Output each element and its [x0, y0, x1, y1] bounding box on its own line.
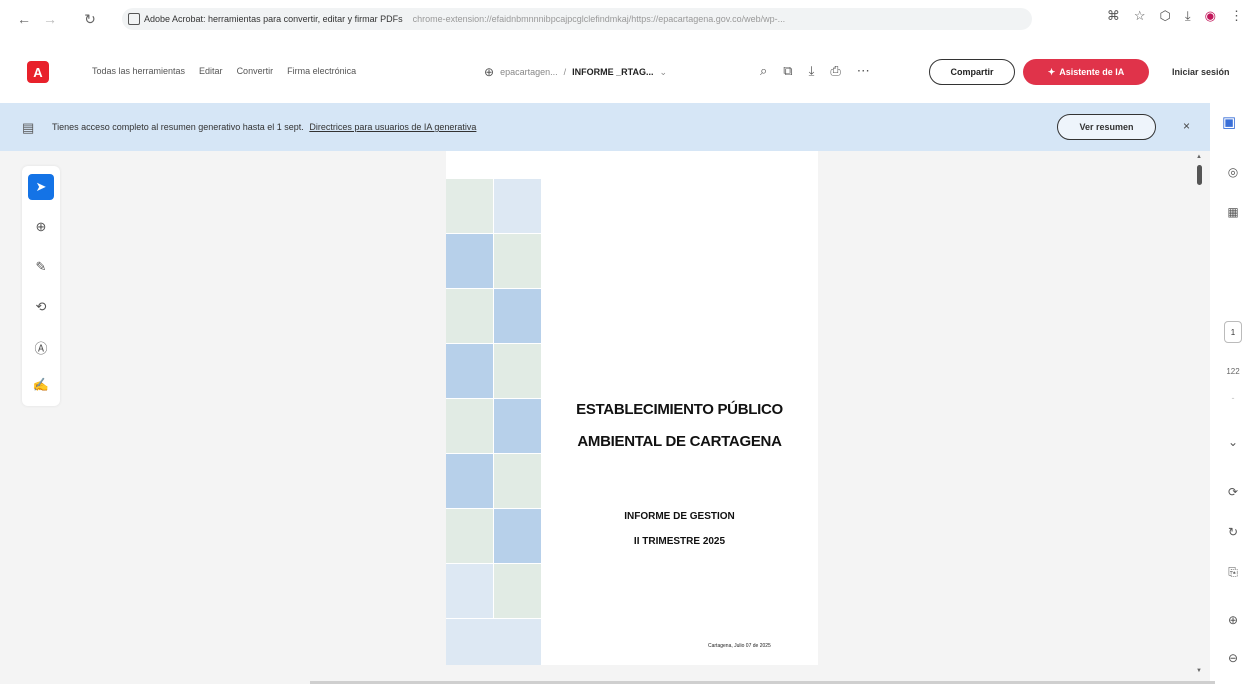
chevron-down-icon[interactable]: ⌄	[659, 67, 667, 78]
acrobat-logo-icon[interactable]: A	[27, 61, 49, 83]
separator: /	[563, 67, 567, 77]
doc-tools: ⌕ ⧉ ⤓ ⎙ ⋯	[760, 63, 870, 79]
bookmark-star-icon[interactable]: ☆	[1134, 8, 1146, 24]
tool-palette: ➤ ⊕ ✎ ⟲ Ⓐ ✍	[22, 166, 60, 406]
more-icon[interactable]: ⋯	[857, 63, 870, 79]
print-icon[interactable]: ⎙	[830, 63, 840, 79]
comments-icon[interactable]: ◎	[1215, 165, 1251, 179]
zoom-out-icon[interactable]: ⊖	[1215, 651, 1251, 665]
cover-mosaic	[446, 151, 541, 665]
url-text: chrome-extension://efaidnbmnnnibpcajpcgl…	[412, 14, 786, 24]
page-total: 122	[1226, 367, 1240, 376]
banner-link[interactable]: Directrices para usuarios de IA generati…	[309, 122, 476, 132]
document-title-line1: ESTABLECIMIENTO PÚBLICO	[576, 401, 783, 418]
acrobat-toolbar: A Todas las herramientas Editar Converti…	[0, 50, 1251, 94]
mosaic-tile	[446, 564, 493, 618]
banner-message: Tienes acceso completo al resumen genera…	[52, 122, 304, 132]
translate-icon[interactable]: ⌘	[1107, 8, 1120, 24]
scroll-up-arrow-icon[interactable]: ▲	[1196, 154, 1202, 160]
mosaic-tile	[494, 564, 541, 618]
mosaic-tile	[494, 454, 541, 508]
browser-menu-icon[interactable]: ⋮	[1230, 8, 1243, 24]
refresh-icon[interactable]: ↻	[1215, 525, 1251, 539]
reload-icon[interactable]: ↻	[80, 9, 100, 29]
share-button[interactable]: Compartir	[929, 59, 1015, 85]
mosaic-tile	[446, 454, 493, 508]
document-date: Cartagena, Julio 07 de 2025	[708, 643, 771, 649]
ai-assistant-label: Asistente de IA	[1059, 67, 1125, 77]
document-subtitle-line2: II TRIMESTRE 2025	[633, 536, 726, 547]
address-bar[interactable]: Adobe Acrobat: herramientas para convert…	[122, 8, 1032, 30]
rotate-view-icon[interactable]: ⟳	[1215, 485, 1251, 499]
mosaic-tile	[494, 344, 541, 398]
vertical-scrollbar[interactable]	[1197, 165, 1202, 185]
right-rail: ◎ ▦ 1 122 - ⌄ ⟳ ↻ ⎘ ⊕ ⊖	[1215, 151, 1251, 684]
mosaic-tile	[494, 399, 541, 453]
page-separator: -	[1231, 393, 1235, 403]
draw-tool-icon[interactable]: ⟲	[28, 294, 54, 320]
ai-assistant-button[interactable]: ✦ Asistente de IA	[1023, 59, 1149, 85]
thumbnails-icon[interactable]: ▦	[1215, 205, 1251, 219]
doc-site: epacartagen...	[500, 67, 558, 77]
mosaic-tile	[494, 289, 541, 343]
page-fit-icon[interactable]: ⎘	[1215, 565, 1251, 580]
mosaic-tile	[446, 399, 493, 453]
mosaic-tile	[446, 619, 541, 665]
highlight-tool-icon[interactable]: ✎	[28, 254, 54, 280]
doc-filename: INFORME _RTAG...	[572, 67, 654, 77]
download-icon[interactable]: ⤓	[1185, 8, 1191, 24]
text-tool-icon[interactable]: Ⓐ	[28, 334, 54, 360]
chevron-down-icon[interactable]: ⌄	[1215, 435, 1251, 449]
close-icon[interactable]: ×	[1183, 119, 1190, 133]
banner-text: Tienes acceso completo al resumen genera…	[52, 122, 476, 132]
globe-icon: ⊕	[484, 65, 495, 79]
pdf-page: ESTABLECIMIENTO PÚBLICO AMBIENTAL DE CAR…	[446, 151, 818, 665]
mosaic-tile	[446, 289, 493, 343]
search-icon[interactable]: ⌕	[760, 63, 767, 79]
notification-banner: ▤ Tienes acceso completo al resumen gene…	[0, 103, 1210, 151]
mosaic-tile	[494, 179, 541, 233]
menu-edit[interactable]: Editar	[199, 66, 223, 76]
select-tool-icon[interactable]: ➤	[28, 174, 54, 200]
signin-link[interactable]: Iniciar sesión	[1172, 67, 1230, 77]
extensions-icon[interactable]: ⬡	[1160, 8, 1171, 24]
main-menu: Todas las herramientas Editar Convertir …	[92, 66, 356, 76]
profile-icon[interactable]: ◉	[1205, 8, 1216, 24]
forward-icon[interactable]: →	[40, 9, 60, 29]
signature-tool-icon[interactable]: ✍	[28, 372, 54, 398]
menu-convert[interactable]: Convertir	[237, 66, 274, 76]
page-icon	[128, 13, 140, 25]
mosaic-tile	[446, 509, 493, 563]
summary-icon: ▤	[22, 120, 35, 135]
ai-icon: ✦	[1047, 66, 1056, 77]
document-title-line2: AMBIENTAL DE CARTAGENA	[577, 433, 782, 450]
browser-actions: ⌘ ☆ ⬡ ⤓ ◉ ⋮	[1107, 8, 1243, 24]
view-summary-button[interactable]: Ver resumen	[1057, 114, 1156, 140]
mosaic-tile	[494, 234, 541, 288]
menu-esign[interactable]: Firma electrónica	[287, 66, 356, 76]
document-name[interactable]: ⊕ epacartagen... / INFORME _RTAG... ⌄	[484, 65, 667, 79]
mosaic-tile	[446, 344, 493, 398]
mosaic-tile	[446, 234, 493, 288]
back-icon[interactable]: ←	[14, 9, 34, 29]
menu-all-tools[interactable]: Todas las herramientas	[92, 66, 185, 76]
zoom-in-icon[interactable]: ⊕	[1215, 613, 1251, 627]
current-page-input[interactable]: 1	[1224, 321, 1242, 343]
copy-icon[interactable]: ⧉	[783, 63, 792, 79]
document-subtitle-line1: INFORME DE GESTION	[624, 511, 735, 522]
ai-panel-icon[interactable]: ▣	[1222, 113, 1236, 131]
tab-title: Adobe Acrobat: herramientas para convert…	[144, 14, 403, 24]
comment-tool-icon[interactable]: ⊕	[28, 214, 54, 240]
scroll-down-arrow-icon[interactable]: ▼	[1196, 668, 1202, 674]
browser-bar: ← → ↻ Adobe Acrobat: herramientas para c…	[0, 0, 1251, 38]
download-icon[interactable]: ⤓	[809, 63, 815, 79]
mosaic-tile	[494, 509, 541, 563]
mosaic-tile	[446, 179, 493, 233]
